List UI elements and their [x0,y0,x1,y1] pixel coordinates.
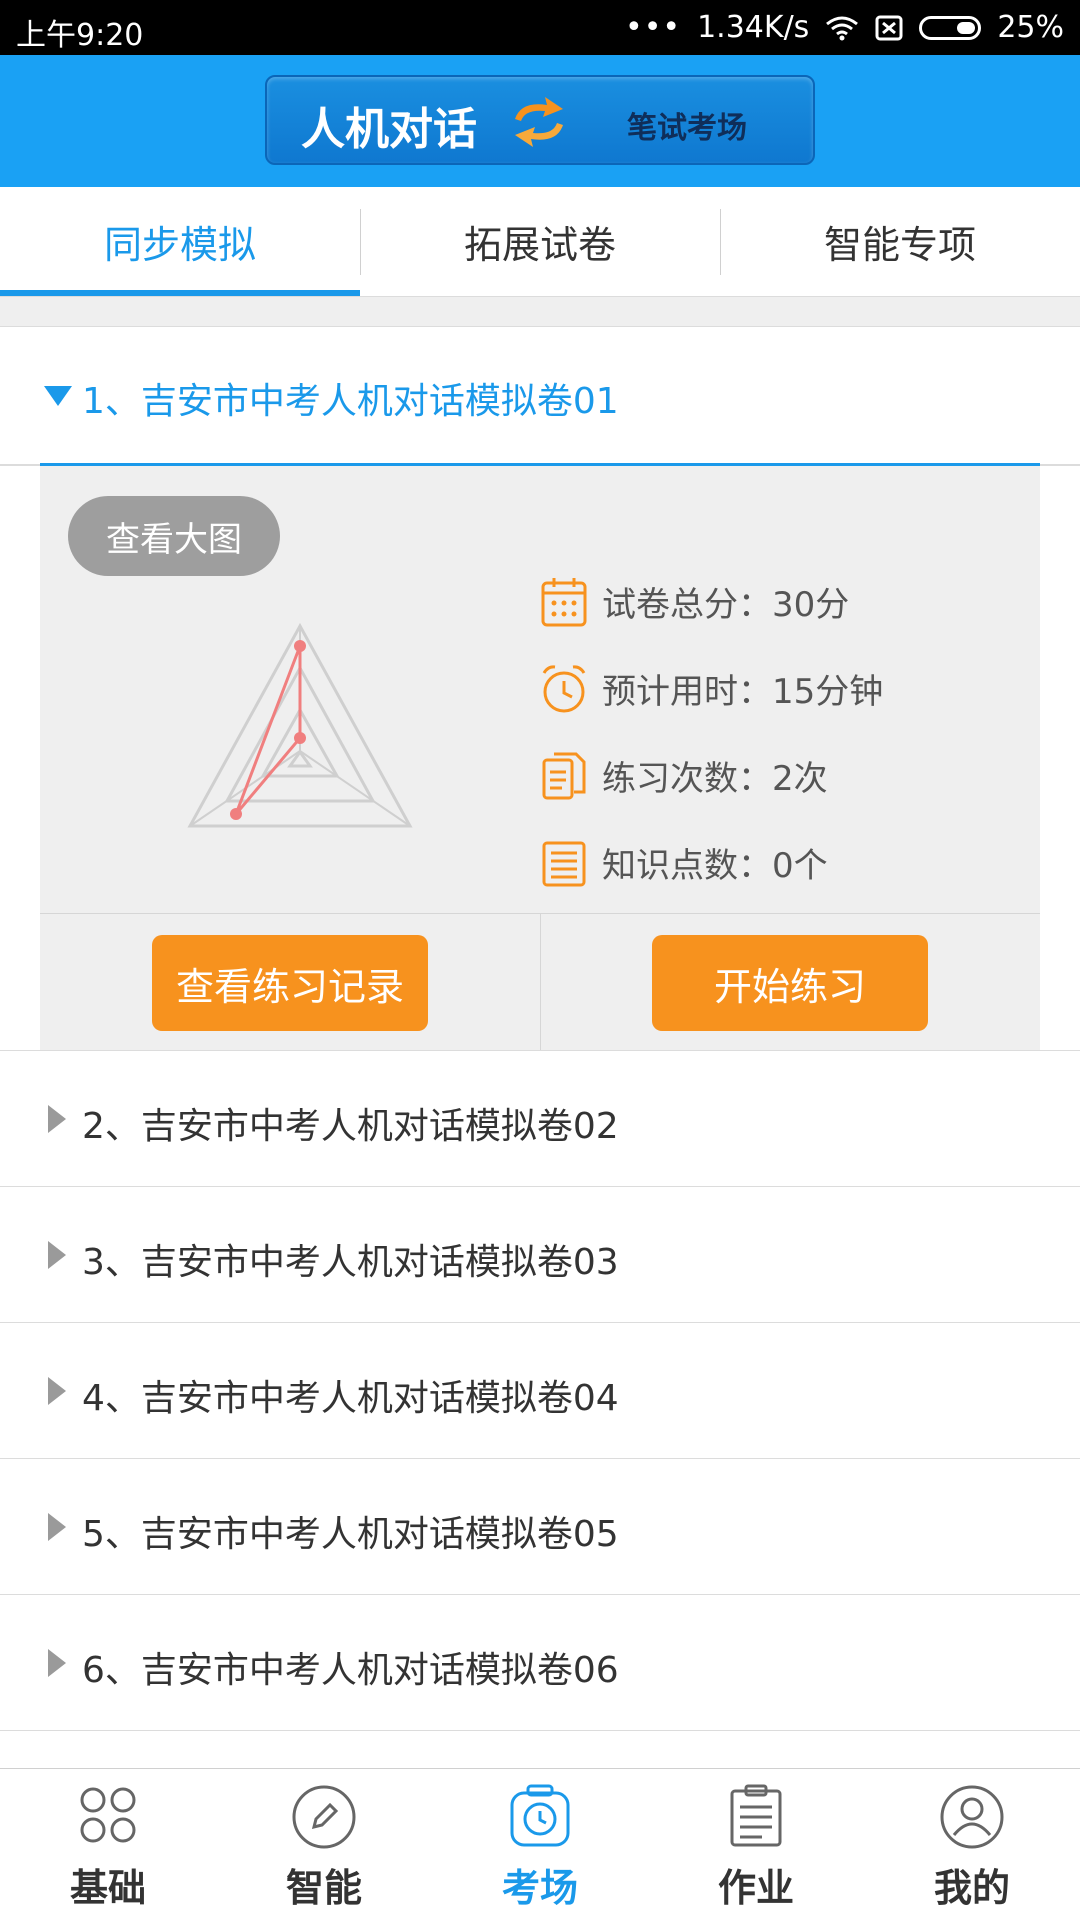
paper-detail-panel: 查看大图 试卷总分：30分 预计用时：15分钟 练习次数：2次 知识点数：0个 [40,466,1040,913]
nav-mine[interactable]: 我的 [864,1769,1080,1920]
paper-item-expanded[interactable]: 1、吉安市中考人机对话模拟卷01 [0,328,1080,464]
stat-estimated-time: 预计用时：15分钟 [540,645,883,732]
documents-icon [542,752,586,799]
paper-stats: 试卷总分：30分 预计用时：15分钟 练习次数：2次 知识点数：0个 [540,558,883,906]
calendar-icon [541,577,587,626]
tab-extended-papers[interactable]: 拓展试卷 [360,187,720,296]
nav-exam[interactable]: 考场 [432,1769,648,1920]
app-header: 人机对话 笔试考场 [0,55,1080,187]
alarm-clock-icon [542,664,586,712]
battery-icon [919,15,982,40]
tab-sync-simulation[interactable]: 同步模拟 [0,187,360,296]
sim-off-icon [875,15,903,40]
list-item[interactable]: 2、吉安市中考人机对话模拟卷02 [0,1051,1080,1187]
list-icon [542,841,586,886]
status-dots: ••• [625,10,682,45]
stat-practice-count: 练习次数：2次 [540,732,883,819]
stat-knowledge-points: 知识点数：0个 [540,819,883,906]
list-item[interactable]: 4、吉安市中考人机对话模拟卷04 [0,1323,1080,1459]
mode-primary-label: 人机对话 [301,104,477,155]
stat-total-score: 试卷总分：30分 [540,558,883,645]
stat-label: 练习次数：2次 [602,759,828,799]
nav-label: 考场 [501,1866,578,1910]
view-records-button[interactable]: 查看练习记录 [152,935,428,1031]
mode-secondary-label: 笔试考场 [627,111,747,146]
list-item[interactable]: 5、吉安市中考人机对话模拟卷05 [0,1459,1080,1595]
stat-label: 知识点数：0个 [602,846,828,886]
expand-arrow-icon [48,1241,66,1269]
paper-title: 4、吉安市中考人机对话模拟卷04 [82,1378,619,1419]
tab-smart-special[interactable]: 智能专项 [720,187,1080,296]
pencil-icon [292,1785,356,1849]
nav-label: 智能 [285,1866,362,1910]
mode-switch-button[interactable]: 人机对话 笔试考场 [265,75,815,165]
user-icon [940,1785,1004,1849]
swap-arrows-icon [515,97,563,147]
status-bar: 上午9:20 ••• 1.34K/s 25% [0,0,1080,55]
section-gap [0,297,1080,327]
nav-label: 我的 [933,1866,1010,1910]
expand-arrow-icon [48,1105,66,1133]
status-time: 上午9:20 [16,18,144,53]
start-practice-button[interactable]: 开始练习 [652,935,928,1031]
list-item[interactable]: 3、吉安市中考人机对话模拟卷03 [0,1187,1080,1323]
paper-title: 2、吉安市中考人机对话模拟卷02 [82,1106,619,1147]
wifi-icon [826,16,859,40]
collapse-arrow-icon [44,386,72,406]
radar-chart-icon [187,622,413,828]
stat-label: 预计用时：15分钟 [602,672,884,712]
nav-label: 基础 [69,1866,146,1910]
expand-arrow-icon [48,1513,66,1541]
clock-icon [510,1784,570,1847]
expand-arrow-icon [48,1649,66,1677]
nav-smart[interactable]: 智能 [216,1769,432,1920]
paper-title: 6、吉安市中考人机对话模拟卷06 [82,1650,619,1691]
network-speed: 1.34K/s [697,10,810,45]
paper-list: 2、吉安市中考人机对话模拟卷02 3、吉安市中考人机对话模拟卷03 4、吉安市中… [0,1051,1080,1731]
paper-actions: 查看练习记录 开始练习 [40,913,1040,1051]
nav-label: 作业 [717,1866,794,1910]
tab-bar: 同步模拟 拓展试卷 智能专项 [0,187,1080,297]
expand-arrow-icon [48,1377,66,1405]
list-item[interactable]: 6、吉安市中考人机对话模拟卷06 [0,1595,1080,1731]
battery-level: 25% [997,10,1064,45]
paper-title: 3、吉安市中考人机对话模拟卷03 [82,1242,619,1283]
stat-label: 试卷总分：30分 [602,585,850,625]
view-large-chart-button[interactable]: 查看大图 [68,496,280,576]
nav-homework[interactable]: 作业 [648,1769,864,1920]
divider [540,914,541,1051]
nav-basic[interactable]: 基础 [0,1769,216,1920]
grid-icon [80,1787,136,1843]
paper-title: 1、吉安市中考人机对话模拟卷01 [82,381,619,422]
clipboard-icon [730,1784,782,1847]
bottom-nav: 基础 智能 考场 作业 我的 [0,1768,1080,1920]
paper-title: 5、吉安市中考人机对话模拟卷05 [82,1514,619,1555]
